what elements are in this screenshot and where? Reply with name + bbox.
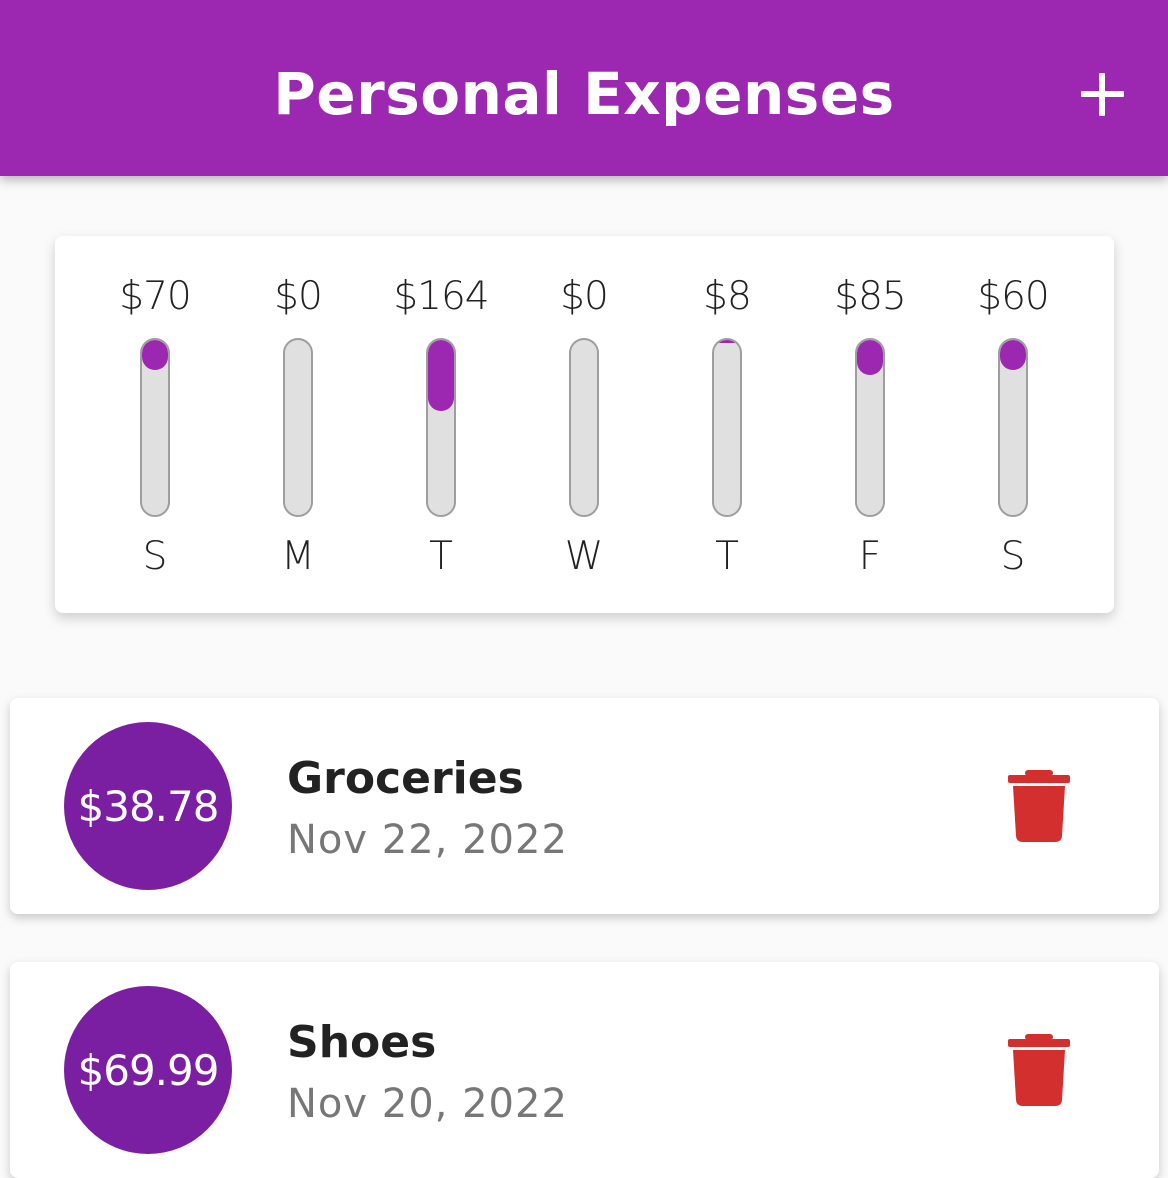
bar-track <box>712 338 742 517</box>
bar-day-label: W <box>564 534 604 579</box>
chart-bar: $164 T <box>381 236 501 613</box>
bar-day-label: S <box>1000 534 1026 579</box>
trash-icon <box>1008 1034 1070 1106</box>
amount-avatar: $38.78 <box>64 722 232 890</box>
bar-fill <box>857 340 883 375</box>
bar-day-label: M <box>281 534 315 579</box>
bar-fill <box>714 340 740 343</box>
bar-track <box>569 338 599 517</box>
trash-icon <box>1008 770 1070 842</box>
chart-bar: $0 W <box>524 236 644 613</box>
bar-day-label: S <box>142 534 168 579</box>
transaction-date: Nov 20, 2022 <box>287 1081 568 1127</box>
bar-fill <box>1000 340 1026 370</box>
bar-track <box>140 338 170 517</box>
bar-amount-label: $8 <box>703 274 752 319</box>
add-transaction-button[interactable] <box>1062 58 1142 134</box>
bar-day-label: T <box>715 534 739 579</box>
transaction-card: $38.78 Groceries Nov 22, 2022 <box>10 698 1159 914</box>
transaction-title: Shoes <box>287 1017 437 1068</box>
transaction-title: Groceries <box>287 753 524 804</box>
bar-amount-label: $0 <box>560 274 609 319</box>
delete-button[interactable] <box>1006 1034 1072 1106</box>
bar-amount-label: $70 <box>119 274 191 319</box>
chart-bar: $85 F <box>810 236 930 613</box>
weekly-chart: $70 S $0 M $164 T $0 W $8 T $85 F $60 S <box>55 236 1114 613</box>
bar-day-label: T <box>429 534 453 579</box>
delete-button[interactable] <box>1006 770 1072 842</box>
bar-track <box>855 338 885 517</box>
bar-fill <box>428 340 454 412</box>
transaction-amount: $69.99 <box>77 1045 220 1095</box>
page-title: Personal Expenses <box>273 60 895 128</box>
bar-amount-label: $85 <box>834 274 906 319</box>
chart-bar: $70 S <box>95 236 215 613</box>
transaction-amount: $38.78 <box>77 781 220 831</box>
transaction-card: $69.99 Shoes Nov 20, 2022 <box>10 962 1159 1178</box>
app-bar: Personal Expenses <box>0 0 1168 176</box>
transaction-date: Nov 22, 2022 <box>287 817 568 863</box>
chart-bar: $0 M <box>238 236 358 613</box>
bar-day-label: F <box>858 534 882 579</box>
bar-track <box>998 338 1028 517</box>
bar-amount-label: $0 <box>274 274 323 319</box>
bar-amount-label: $164 <box>393 274 489 319</box>
chart-bar: $60 S <box>953 236 1073 613</box>
amount-avatar: $69.99 <box>64 986 232 1154</box>
bar-amount-label: $60 <box>977 274 1049 319</box>
bar-fill <box>142 340 168 370</box>
chart-bar: $8 T <box>667 236 787 613</box>
bar-track <box>283 338 313 517</box>
bar-track <box>426 338 456 517</box>
